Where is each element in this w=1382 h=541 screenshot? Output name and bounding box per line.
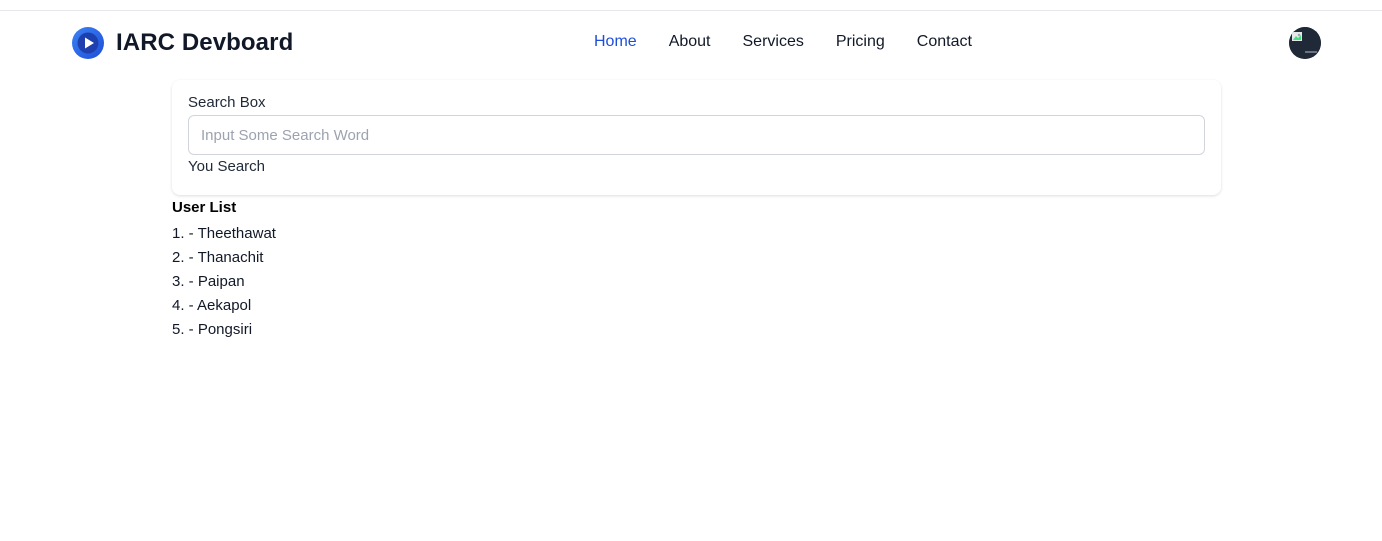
search-label: Search Box [188,94,266,111]
list-item: 1. - Theethawat [172,225,276,242]
list-item: 4. - Aekapol [172,297,252,314]
list-item: 5. - Pongsiri [172,321,253,338]
search-input[interactable] [188,115,1205,155]
user-list: User List 1. - Theethawat 2. - Thanachit… [172,198,276,342]
nav-home[interactable]: Home [594,33,637,51]
brand-link[interactable]: IARC Devboard [72,27,293,59]
main-nav: Home About Services Pricing Contact [594,33,972,51]
nav-about[interactable]: About [669,33,711,51]
nav-contact[interactable]: Contact [917,33,972,51]
brand-name: IARC Devboard [116,29,294,56]
navbar: IARC Devboard Home About Services Pricin… [0,11,1382,75]
list-item: 2. - Thanachit [172,249,264,266]
search-result-label: You Search [188,158,266,175]
nav-services[interactable]: Services [743,33,804,51]
search-card: Search Box You Search [172,80,1221,195]
user-list-title: User List [172,199,237,216]
nav-pricing[interactable]: Pricing [836,33,885,51]
play-circle-icon [72,27,104,59]
user-avatar-icon[interactable] [1289,27,1321,59]
list-item: 3. - Paipan [172,273,245,290]
